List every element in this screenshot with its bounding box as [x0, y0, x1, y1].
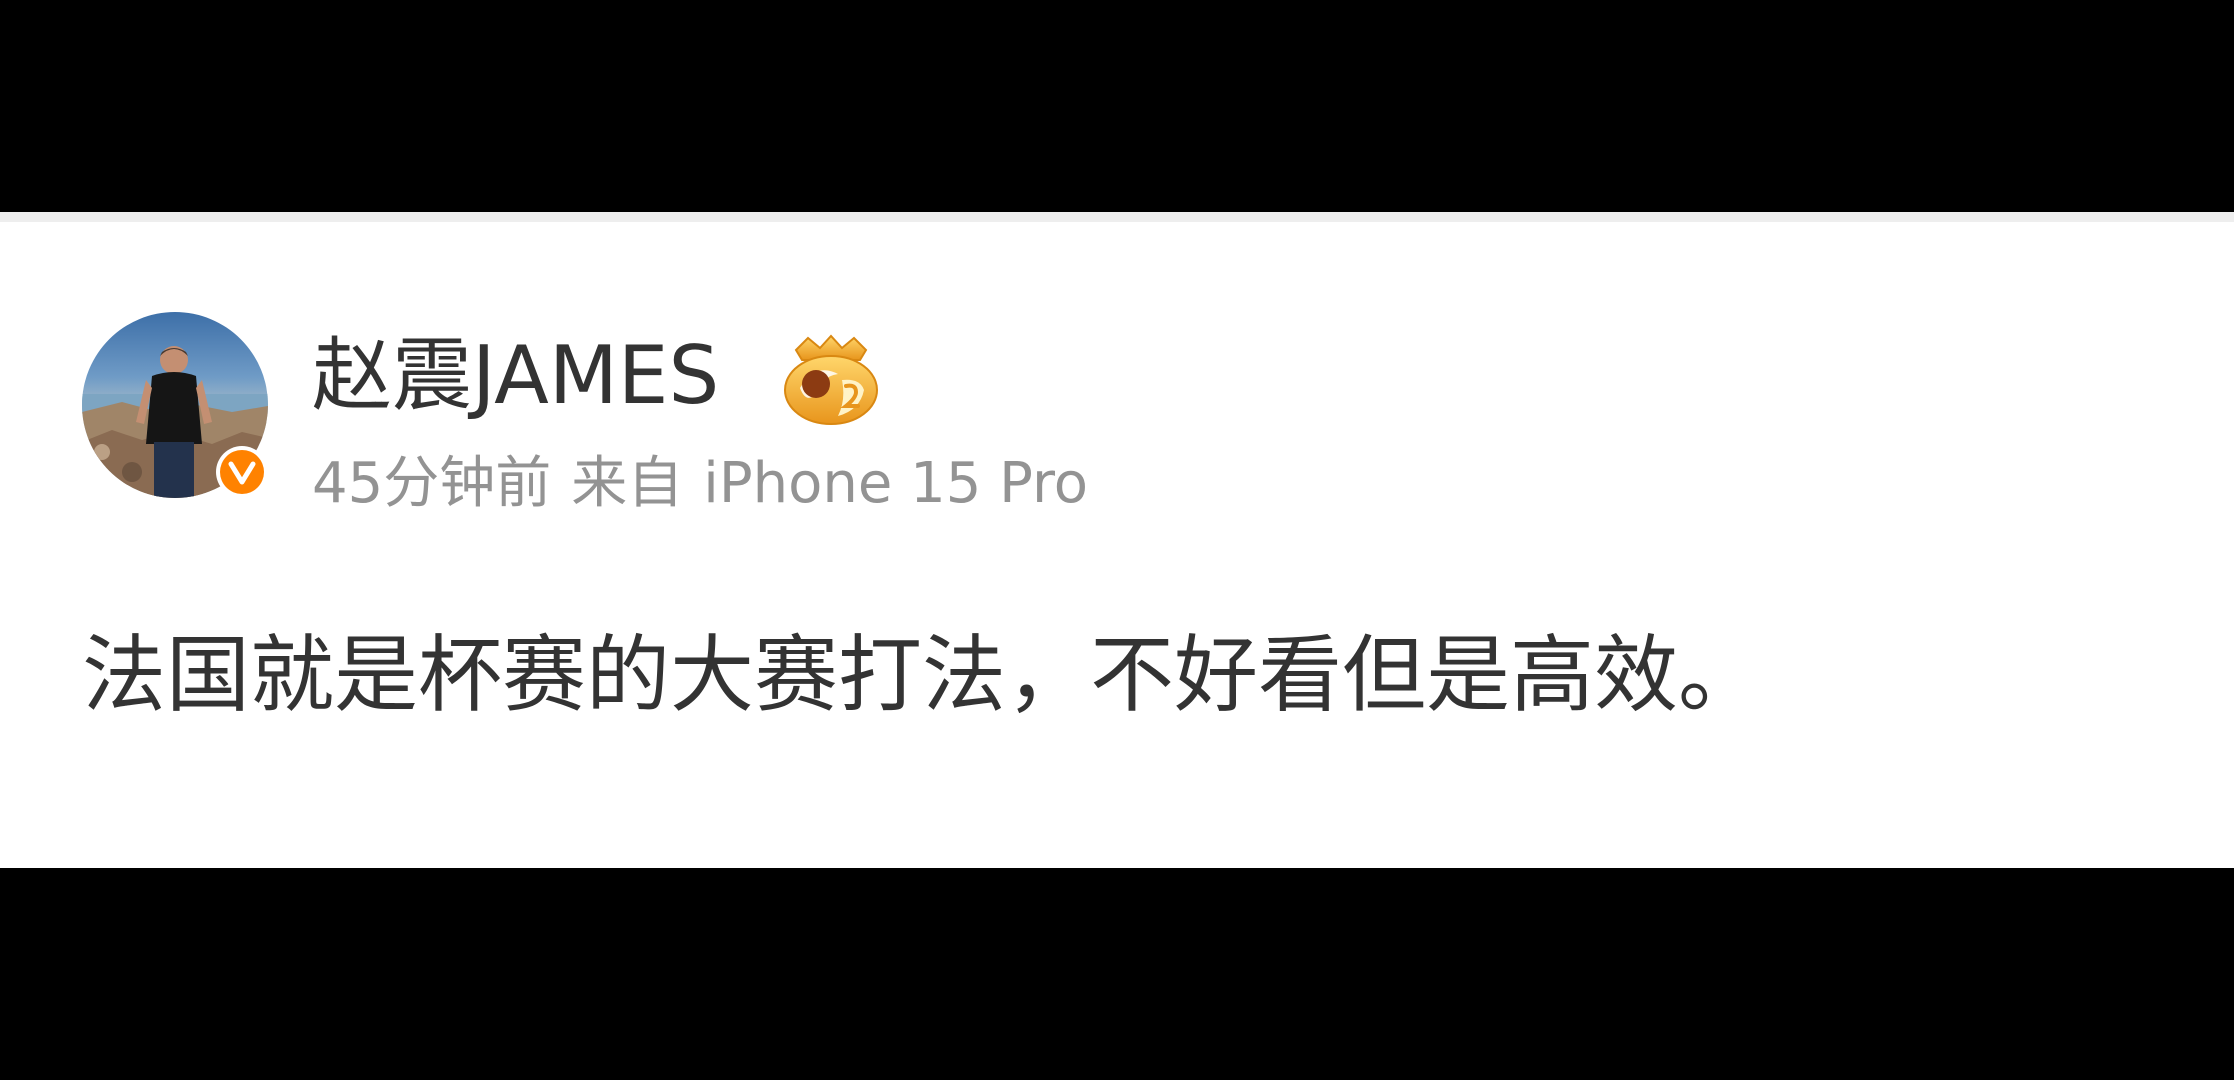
avatar[interactable] [82, 312, 268, 498]
post-source-prefix: 来自 [571, 451, 684, 516]
verified-v-badge-icon [216, 446, 268, 498]
gold-crown-2-icon[interactable] [776, 332, 886, 432]
post-text: 法国就是杯赛的大赛打法，不好看但是高效。 [82, 626, 1763, 724]
post-source-device[interactable]: iPhone 15 Pro [703, 444, 1088, 524]
post-time[interactable]: 45分钟前 [312, 444, 551, 524]
screen: 赵震JAMES 45分钟前 来自 iPhone 15 Pro 法国就是杯赛的大赛打法… [0, 0, 2234, 1080]
post-card: 赵震JAMES 45分钟前 来自 iPhone 15 Pro 法国就是杯赛的大赛打法… [0, 212, 2234, 868]
divider [0, 212, 2234, 222]
post-meta: 45分钟前 来自 iPhone 15 Pro [312, 444, 1088, 524]
author-name[interactable]: 赵震JAMES [312, 326, 719, 426]
